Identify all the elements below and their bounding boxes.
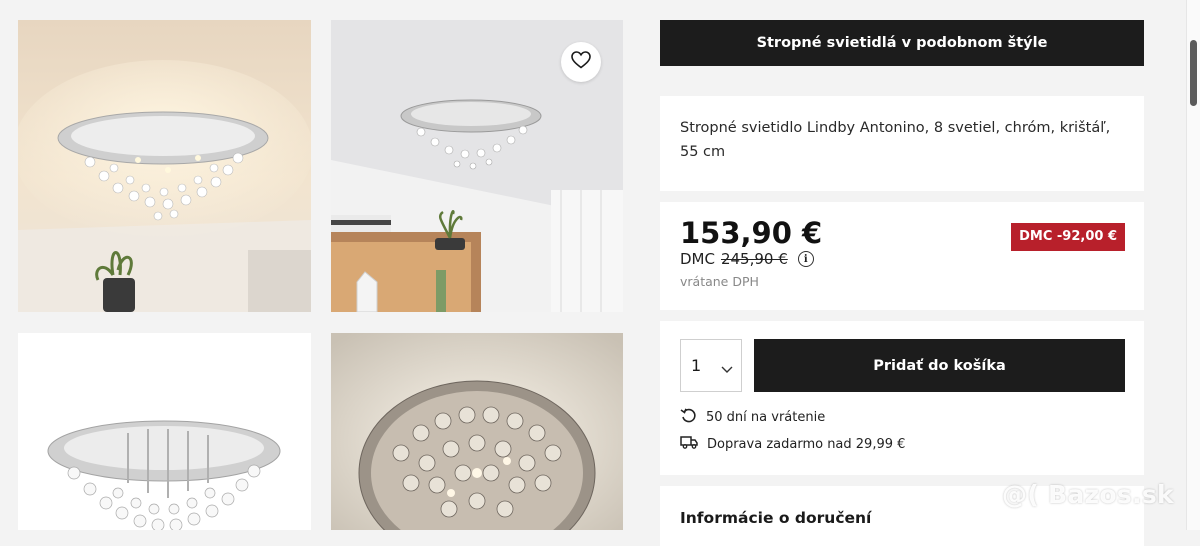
chevron-down-icon xyxy=(721,359,733,378)
cart-card: 1 Pridať do košíka 50 dní na vrátenie Do… xyxy=(660,321,1144,475)
product-title: Stropné svietidlo Lindby Antonino, 8 sve… xyxy=(680,120,1111,160)
shipping-text: Doprava zadarmo nad 29,99 € xyxy=(707,436,906,452)
dmc-row: DMC 245,90 € i xyxy=(680,250,814,268)
old-price: 245,90 € xyxy=(720,250,788,268)
product-photo-1[interactable] xyxy=(18,20,311,312)
product-title-card: Stropné svietidlo Lindby Antonino, 8 sve… xyxy=(660,96,1144,191)
info-icon[interactable]: i xyxy=(797,251,814,267)
vat-note: vrátane DPH xyxy=(680,274,759,289)
wishlist-button[interactable] xyxy=(561,42,601,82)
returns-text: 50 dní na vrátenie xyxy=(706,410,826,425)
similar-style-button[interactable]: Stropné svietidlá v podobnom štýle xyxy=(660,20,1144,66)
price-card: 153,90 € DMC 245,90 € i vrátane DPH DMC … xyxy=(660,202,1144,310)
shipping-feature: Doprava zadarmo nad 29,99 € xyxy=(680,435,905,453)
delivery-info-title: Informácie o doručení xyxy=(680,509,872,527)
returns-feature: 50 dní na vrátenie xyxy=(680,407,825,428)
discount-badge: DMC -92,00 € xyxy=(1011,223,1125,251)
add-to-cart-button[interactable]: Pridať do košíka xyxy=(754,339,1125,392)
current-price: 153,90 € xyxy=(680,216,823,250)
product-photo-4[interactable] xyxy=(331,333,623,530)
product-photo-3[interactable] xyxy=(18,333,311,530)
truck-icon xyxy=(680,435,698,453)
return-arrow-icon xyxy=(680,407,697,428)
dmc-label: DMC xyxy=(680,250,715,268)
heart-icon xyxy=(571,51,591,73)
watermark: @( Bazos.sk xyxy=(1002,480,1174,509)
quantity-value: 1 xyxy=(691,356,702,375)
quantity-select[interactable]: 1 xyxy=(680,339,742,392)
scrollbar-thumb[interactable] xyxy=(1190,40,1197,106)
